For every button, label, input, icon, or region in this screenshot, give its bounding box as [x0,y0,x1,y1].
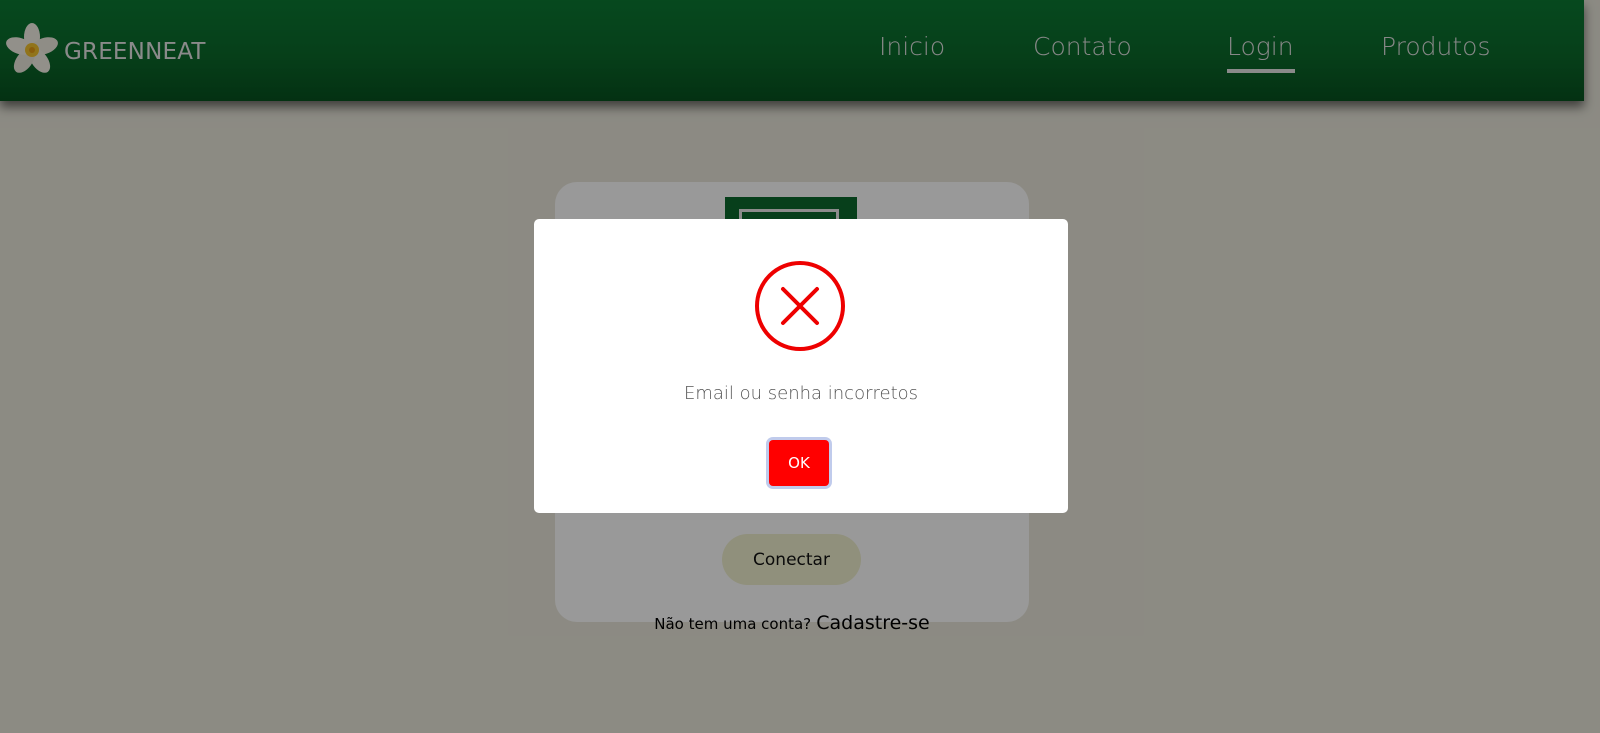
error-dialog: Email ou senha incorretos OK [534,219,1068,513]
error-message: Email ou senha incorretos [683,383,919,404]
ok-button[interactable]: OK [769,440,829,486]
error-x-icon [755,261,845,351]
